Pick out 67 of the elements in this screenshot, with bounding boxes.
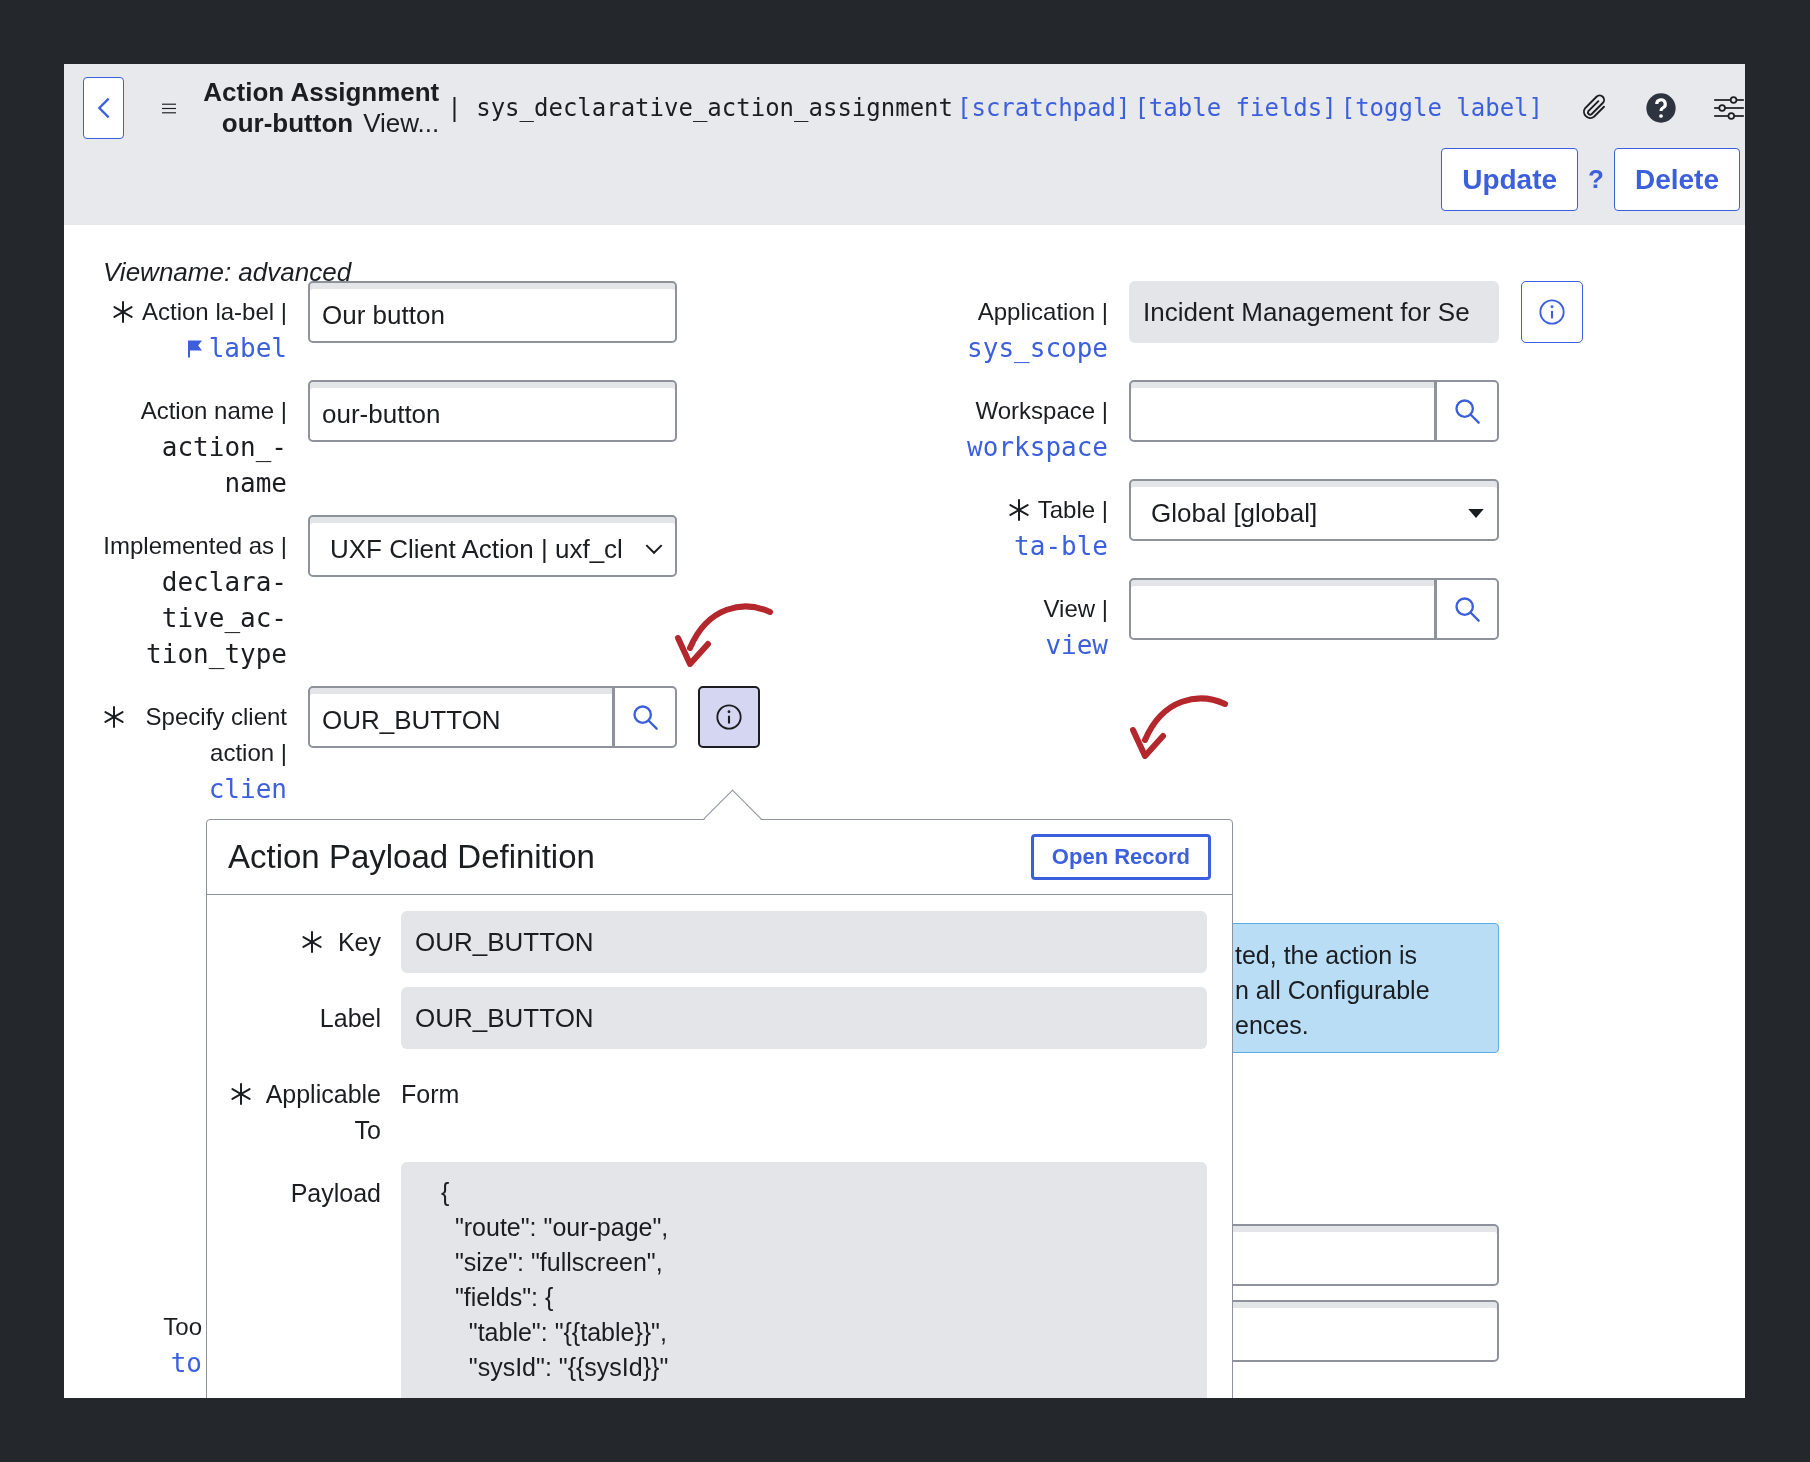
reference-field[interactable] xyxy=(1129,578,1436,640)
search-button[interactable] xyxy=(1436,380,1499,442)
action-button[interactable]: Update xyxy=(1441,148,1579,211)
header-link[interactable]: [scratchpad] xyxy=(957,94,1131,122)
info-button[interactable] xyxy=(1521,281,1583,343)
header-link[interactable]: [toggle label] xyxy=(1340,94,1543,122)
field-label: Label xyxy=(319,1004,381,1032)
reference-field[interactable] xyxy=(1129,380,1436,442)
code-line: "fields": { xyxy=(453,1282,555,1313)
help-icon[interactable] xyxy=(1645,92,1677,124)
help-link[interactable]: ? xyxy=(1588,164,1604,195)
caret-down-icon xyxy=(1467,507,1485,519)
field-name[interactable]: to xyxy=(170,1345,202,1381)
readonly-field: Incident Management for Se xyxy=(1129,281,1499,343)
search-icon xyxy=(631,703,659,731)
field-name: action_-name xyxy=(160,431,287,500)
readonly-field: OUR_BUTTON xyxy=(401,987,1207,1049)
header-link[interactable]: [table fields] xyxy=(1134,94,1337,122)
info-icon xyxy=(1538,298,1566,326)
info-icon xyxy=(715,703,743,731)
field-label: Action la-bel | xyxy=(142,297,287,327)
code-line: "table": "{{table}}", xyxy=(467,1317,668,1348)
field-value: Form xyxy=(401,1079,460,1110)
settings-sliders-icon[interactable] xyxy=(1713,94,1745,122)
code-line: { xyxy=(441,1177,451,1208)
search-button[interactable] xyxy=(614,686,677,748)
chevron-down-icon xyxy=(645,543,663,555)
info-button[interactable] xyxy=(698,686,760,748)
field-label: Specify client action | xyxy=(144,702,287,768)
field-label: Action name | xyxy=(140,396,287,426)
record-name: our-button xyxy=(221,108,354,139)
action-button[interactable]: Delete xyxy=(1613,148,1740,211)
field-label: Applicable To xyxy=(265,1080,381,1144)
field-label: Application | xyxy=(977,297,1108,327)
field-label: View | xyxy=(1043,594,1108,624)
code-line: "size": "fullscreen", xyxy=(453,1247,664,1278)
field-name[interactable]: clien xyxy=(208,771,287,807)
back-button[interactable] xyxy=(83,77,124,139)
readonly-field: OUR_BUTTON xyxy=(401,911,1207,973)
record-title: Action Assignment xyxy=(203,77,440,108)
popover-title: Action Payload Definition xyxy=(228,838,595,876)
field-name[interactable]: label xyxy=(208,330,287,366)
view-menu-link[interactable]: View... xyxy=(363,108,440,139)
field-label: Payload xyxy=(290,1179,381,1207)
field-name: declara-tive_ac-tion_type xyxy=(145,566,287,671)
chevron-left-icon xyxy=(96,96,111,120)
reference-field[interactable]: OUR_BUTTON xyxy=(308,686,614,748)
field-name[interactable]: sys_scope xyxy=(967,330,1108,366)
dropdown-field[interactable]: Global [global] xyxy=(1129,479,1499,541)
select-field[interactable]: UXF Client Action | uxf_cl xyxy=(308,515,677,577)
field-label: Table | xyxy=(1037,495,1108,525)
field-label: Key xyxy=(337,928,381,956)
field-label: Too xyxy=(163,1312,202,1342)
text-field[interactable]: Our button xyxy=(308,281,677,343)
search-icon xyxy=(1453,397,1481,425)
field-name[interactable]: workspace xyxy=(967,429,1108,465)
code-line: "route": "our-page", xyxy=(453,1212,670,1243)
field-label: Implemented as | xyxy=(103,531,287,561)
search-button[interactable] xyxy=(1436,578,1499,640)
table-name: | sys_declarative_action_assignment xyxy=(447,94,953,122)
field-name[interactable]: ta-ble xyxy=(1014,528,1108,564)
field-label: Workspace | xyxy=(975,396,1108,426)
open-record-button[interactable]: Open Record xyxy=(1030,834,1211,880)
field-name[interactable]: view xyxy=(1045,627,1108,663)
text-field[interactable]: our-button xyxy=(308,380,677,442)
search-icon xyxy=(1453,595,1481,623)
code-line: "sysId": "{{sysId}}" xyxy=(467,1352,670,1383)
